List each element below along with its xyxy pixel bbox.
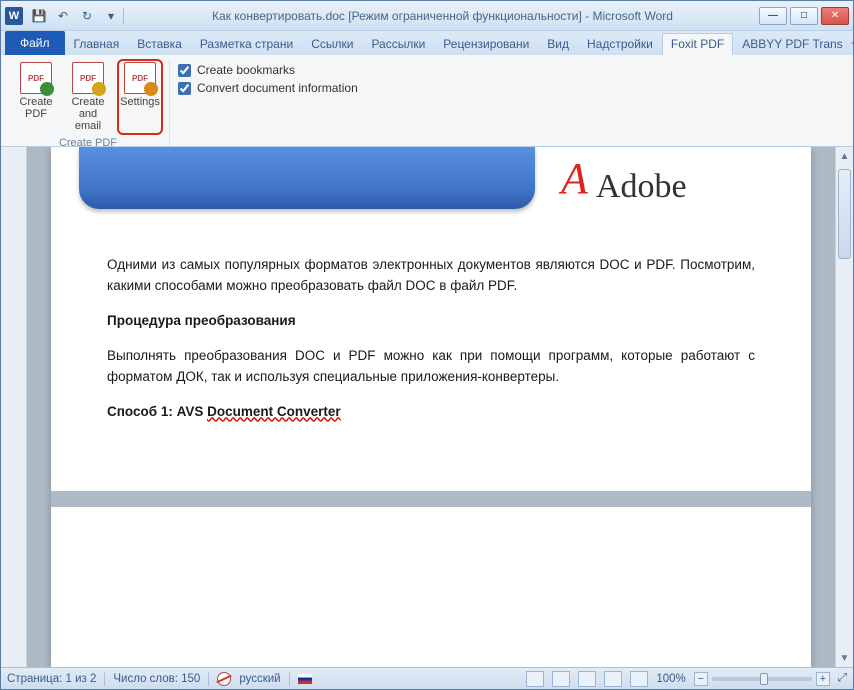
zoom-slider[interactable] <box>712 677 812 681</box>
scroll-down-button[interactable]: ▼ <box>836 649 853 667</box>
tab-foxit-pdf[interactable]: Foxit PDF <box>662 33 733 55</box>
scroll-thumb[interactable] <box>838 169 851 259</box>
separator <box>104 672 105 686</box>
view-fullscreen-button[interactable] <box>552 671 570 687</box>
document-body: Одними из самых популярных форматов элек… <box>51 235 811 457</box>
page-gap <box>51 491 811 507</box>
heading-part: Способ 1: AVS <box>107 404 207 419</box>
header-graphic <box>79 147 535 209</box>
tab-abbyy[interactable]: ABBYY PDF Trans <box>733 33 851 55</box>
ribbon: PDF Create PDF PDF Create and email PDF … <box>1 55 853 147</box>
zoom-level[interactable]: 100% <box>656 673 685 685</box>
next-page <box>51 507 811 587</box>
save-button[interactable]: 💾 <box>29 6 49 26</box>
close-button[interactable]: ✕ <box>821 7 849 25</box>
workspace: A Adobe Одними из самых популярных форма… <box>1 147 853 667</box>
convert-docinfo-checkbox[interactable]: Convert document information <box>178 81 358 95</box>
adobe-logo-glyph: A <box>561 166 588 192</box>
app-window: W 💾 ↶ ↻ ▾ Как конвертировать.doc [Режим … <box>0 0 854 690</box>
document-viewport[interactable]: A Adobe Одними из самых популярных форма… <box>27 147 835 667</box>
scroll-up-button[interactable]: ▲ <box>836 147 853 165</box>
settings-label: Settings <box>120 96 160 108</box>
qat-more-button[interactable]: ▾ <box>101 6 121 26</box>
separator <box>289 672 290 686</box>
title-bar: W 💾 ↶ ↻ ▾ Как конвертировать.doc [Режим … <box>1 1 853 31</box>
tab-mailings[interactable]: Рассылки <box>362 33 434 55</box>
document-page: A Adobe Одними из самых популярных форма… <box>51 147 811 667</box>
convert-docinfo-input[interactable] <box>178 82 191 95</box>
language-indicator[interactable]: русский <box>239 673 280 685</box>
redo-button[interactable]: ↻ <box>77 6 97 26</box>
quick-access-toolbar: 💾 ↶ ↻ ▾ <box>29 6 121 26</box>
scroll-track[interactable] <box>836 165 853 649</box>
zoom-slider-knob[interactable] <box>760 673 768 685</box>
vertical-ruler <box>1 147 27 667</box>
maximize-button[interactable]: □ <box>790 7 818 25</box>
tab-view[interactable]: Вид <box>538 33 578 55</box>
tab-addins[interactable]: Надстройки <box>578 33 662 55</box>
page-count[interactable]: Страница: 1 из 2 <box>7 673 96 685</box>
pdf-settings-icon: PDF <box>124 62 156 94</box>
vertical-scrollbar[interactable]: ▲ ▼ <box>835 147 853 667</box>
window-controls: — □ ✕ <box>759 7 849 25</box>
minimize-button[interactable]: — <box>759 7 787 25</box>
tab-file[interactable]: Файл <box>5 31 65 55</box>
view-print-layout-button[interactable] <box>526 671 544 687</box>
create-pdf-button[interactable]: PDF Create PDF <box>13 59 59 135</box>
zoom-controls: − + <box>694 672 830 686</box>
word-app-icon: W <box>5 7 23 25</box>
tab-references[interactable]: Ссылки <box>302 33 362 55</box>
status-bar: Страница: 1 из 2 Число слов: 150 русский… <box>1 667 853 689</box>
convert-docinfo-label: Convert document information <box>197 81 358 95</box>
separator <box>123 8 124 24</box>
undo-button[interactable]: ↶ <box>53 6 73 26</box>
create-pdf-label: Create PDF <box>19 96 52 120</box>
paragraph: Выполнять преобразования DOC и PDF можно… <box>107 346 755 388</box>
create-bookmarks-label: Create bookmarks <box>197 63 295 77</box>
ribbon-group-create-pdf: PDF Create PDF PDF Create and email PDF … <box>7 59 170 146</box>
adobe-logo-block: A Adobe <box>553 147 783 227</box>
create-and-email-label: Create and email <box>68 96 108 132</box>
ribbon-tabs: Файл Главная Вставка Разметка страни Ссы… <box>1 31 853 55</box>
window-title: Как конвертировать.doc [Режим ограниченн… <box>126 9 759 23</box>
pdf-email-icon: PDF <box>72 62 104 94</box>
adobe-logo-text: Adobe <box>596 168 687 206</box>
spellcheck-icon[interactable] <box>217 672 231 686</box>
settings-button[interactable]: PDF Settings <box>117 59 163 135</box>
heading: Способ 1: AVS Document Converter <box>107 402 755 423</box>
view-outline-button[interactable] <box>604 671 622 687</box>
tab-insert[interactable]: Вставка <box>128 33 191 55</box>
zoom-out-button[interactable]: − <box>694 672 708 686</box>
tab-page-layout[interactable]: Разметка страни <box>191 33 302 55</box>
word-count[interactable]: Число слов: 150 <box>113 673 200 685</box>
tab-review[interactable]: Рецензировани <box>434 33 538 55</box>
view-draft-button[interactable] <box>630 671 648 687</box>
pdf-create-icon: PDF <box>20 62 52 94</box>
zoom-in-button[interactable]: + <box>816 672 830 686</box>
create-and-email-button[interactable]: PDF Create and email <box>65 59 111 135</box>
heading: Процедура преобразования <box>107 311 755 332</box>
ribbon-checkbox-group: Create bookmarks Convert document inform… <box>170 59 364 146</box>
create-bookmarks-checkbox[interactable]: Create bookmarks <box>178 63 358 77</box>
fullscreen-toggle[interactable]: ⤢ <box>838 672 847 685</box>
language-flag-icon[interactable] <box>298 674 312 684</box>
tab-home[interactable]: Главная <box>65 33 129 55</box>
separator <box>208 672 209 686</box>
create-bookmarks-input[interactable] <box>178 64 191 77</box>
heading-underlined: Document Converter <box>207 404 341 419</box>
view-web-layout-button[interactable] <box>578 671 596 687</box>
paragraph: Одними из самых популярных форматов элек… <box>107 255 755 297</box>
